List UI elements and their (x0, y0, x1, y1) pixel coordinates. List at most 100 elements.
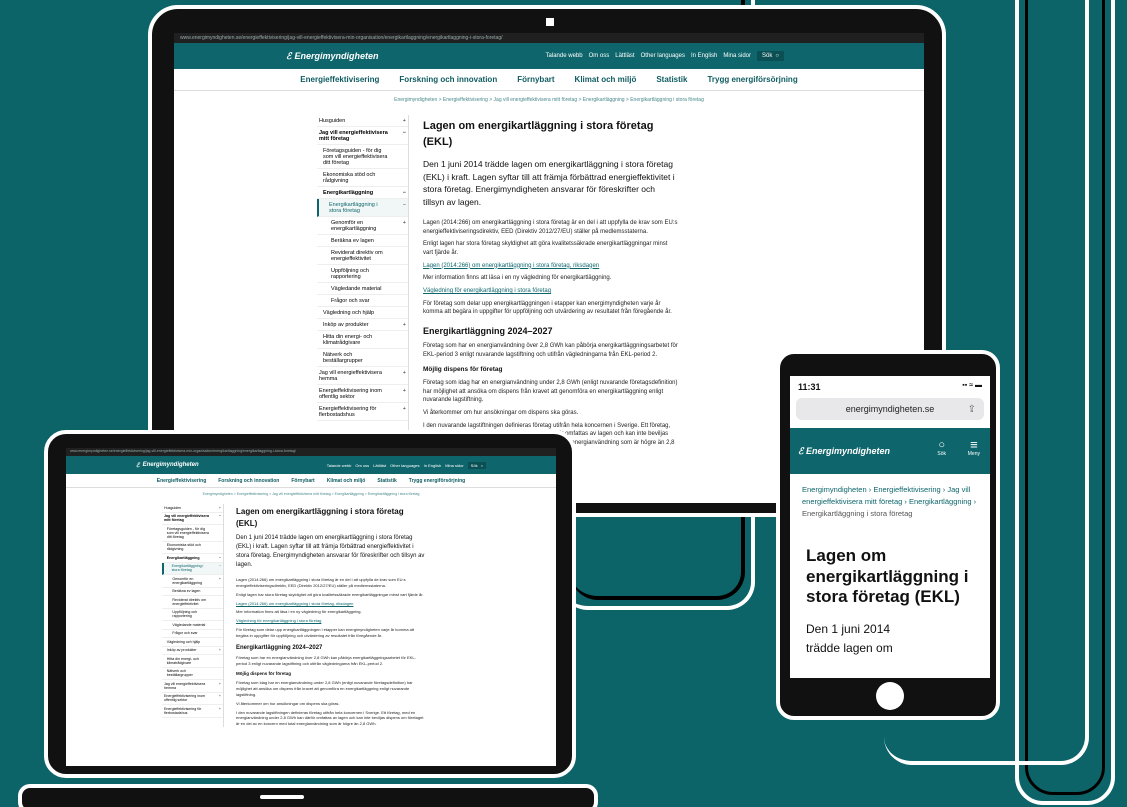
sidebar-item[interactable]: Energieffektivisering inom offentlig sek… (317, 385, 408, 403)
expand-icon[interactable]: + (219, 506, 221, 510)
collapse-icon[interactable]: − (403, 190, 406, 196)
sidebar-item[interactable]: Energieffektivisering för flerbostadshus… (317, 403, 408, 421)
top-link-in-english[interactable]: In English (691, 53, 717, 59)
tablet-nav-trygg[interactable]: Trygg energiförsörjning (409, 478, 465, 484)
browser-url-bar[interactable]: www.energimyndigheten.se/energieffektivi… (174, 33, 924, 43)
expand-icon[interactable]: + (403, 322, 406, 328)
top-link-mina-sidor[interactable]: Mina sidor (723, 53, 751, 59)
tablet-top-link-lattlast[interactable]: Lättläst (373, 463, 386, 468)
tablet-breadcrumb[interactable]: Energimyndigheten > Energieffektiviserin… (66, 488, 556, 504)
phone-crumb-1[interactable]: Energimyndigheten (802, 485, 867, 494)
sidebar-item[interactable]: Energikartläggning − (317, 187, 408, 199)
nav-statistik[interactable]: Statistik (656, 75, 687, 84)
expand-icon[interactable]: + (403, 406, 406, 418)
expand-icon[interactable]: + (403, 220, 406, 232)
tablet-top-link-in-english[interactable]: In English (424, 463, 442, 468)
collapse-icon[interactable]: − (403, 202, 406, 214)
expand-icon[interactable]: + (219, 707, 221, 715)
sidebar-item[interactable]: Jag vill energieffektivisera mitt företa… (162, 513, 223, 525)
tablet-logo[interactable]: ℰ Energimyndigheten (136, 462, 199, 469)
sidebar-item[interactable]: Ekonomiska stöd och rådgivning (162, 542, 223, 554)
article-link-riksdagen[interactable]: Lagen (2014:266) om energikartläggning i… (423, 262, 678, 271)
expand-icon[interactable]: + (219, 682, 221, 690)
tablet-nav-fornybart[interactable]: Förnybart (291, 478, 314, 484)
sidebar-item[interactable]: Energikartläggning − (162, 554, 223, 563)
phone-menu-button[interactable]: ≡ Meny (968, 438, 980, 457)
phone-crumb-2[interactable]: Energieffektivisering (873, 485, 940, 494)
tablet-top-link-talande-webb[interactable]: Talande webb (327, 463, 352, 468)
sidebar-item[interactable]: Energieffektivisering för flerbostadshus… (162, 705, 223, 718)
sidebar-item[interactable]: Frågor och svar (317, 295, 408, 307)
sidebar-item[interactable]: Vägledande material (162, 621, 223, 630)
tablet-article-link-riksdagen[interactable]: Lagen (2014:266) om energikartläggning i… (236, 601, 426, 607)
sidebar-item[interactable]: Energieffektivisering inom offentlig sek… (162, 693, 223, 705)
collapse-icon[interactable]: − (219, 556, 221, 560)
top-link-talande-webb[interactable]: Talande webb (546, 53, 583, 59)
tablet-top-link-other-languages[interactable]: Other languages (390, 463, 420, 468)
nav-fornybart[interactable]: Förnybart (517, 75, 554, 84)
phone-crumb-4[interactable]: Energikartläggning (909, 497, 972, 506)
sidebar-item[interactable]: Uppföljning och rapportering (162, 609, 223, 621)
breadcrumb[interactable]: Energimyndigheten > Energieffektiviserin… (174, 91, 924, 115)
tablet-top-link-mina-sidor[interactable]: Mina sidor (445, 463, 463, 468)
collapse-icon[interactable]: − (219, 564, 221, 572)
sidebar-item[interactable]: Nätverk och beställargrupper (162, 668, 223, 680)
expand-icon[interactable]: + (219, 648, 221, 652)
sidebar-item[interactable]: Vägledning och hjälp (162, 638, 223, 647)
sidebar-item[interactable]: Inköp av produkter + (317, 319, 408, 331)
tablet-top-link-om-oss[interactable]: Om oss (355, 463, 369, 468)
sidebar-item[interactable]: Nätverk och beställargrupper (317, 349, 408, 367)
sidebar-item[interactable]: Jag vill energieffektivisera hemma + (317, 367, 408, 385)
sidebar-item[interactable]: Reviderat direktiv om energieffektivitet (317, 247, 408, 265)
site-logo[interactable]: ℰ Energimyndigheten (286, 51, 378, 62)
expand-icon[interactable]: + (403, 388, 406, 400)
top-link-lattlast[interactable]: Lättläst (615, 53, 634, 59)
tablet-url-bar[interactable]: www.energimyndigheten.se/energieffektivi… (66, 448, 556, 456)
sidebar-item[interactable]: Hitta din energi- och klimatrådgivare (162, 655, 223, 668)
sidebar-item[interactable]: Genomför en energikartläggning + (317, 217, 408, 235)
share-icon[interactable]: ⇪ (968, 404, 976, 415)
sidebar-item[interactable]: Vägledande material (317, 283, 408, 295)
sidebar-item[interactable]: Hitta din energi- och klimatrådgivare (317, 331, 408, 349)
sidebar-item[interactable]: Uppföljning och rapportering (317, 265, 408, 283)
tablet-nav-energieffektivisering[interactable]: Energieffektivisering (157, 478, 206, 484)
phone-logo[interactable]: ℰ Energimyndigheten (798, 446, 890, 457)
tablet-search-button[interactable]: Sök ○ (467, 461, 486, 469)
nav-klimat[interactable]: Klimat och miljö (575, 75, 637, 84)
sidebar-item[interactable]: Inköp av produkter + (162, 647, 223, 655)
phone-address-bar[interactable]: energimyndigheten.se ⇪ (796, 398, 984, 420)
sidebar-item[interactable]: Frågor och svar (162, 630, 223, 638)
tablet-nav-statistik[interactable]: Statistik (377, 478, 396, 484)
sidebar-item[interactable]: Jag vill energieffektivisera hemma + (162, 680, 223, 693)
expand-icon[interactable]: + (219, 577, 221, 585)
article-link-vagledning[interactable]: Vägledning för energikartläggning i stor… (423, 287, 678, 296)
tablet-article-link-vagledning[interactable]: Vägledning för energikartläggning i stor… (236, 618, 426, 624)
phone-home-button[interactable] (876, 682, 904, 710)
sidebar-item[interactable]: Vägledning och hjälp (317, 307, 408, 319)
phone-search-button[interactable]: ○ Sök (937, 440, 946, 458)
sidebar-item[interactable]: Genomför en energikartläggning + (162, 575, 223, 588)
sidebar-item[interactable]: Husguiden + (162, 504, 223, 513)
sidebar-item[interactable]: Företagsguiden - för dig som vill energi… (162, 525, 223, 542)
top-link-other-languages[interactable]: Other languages (641, 53, 685, 59)
sidebar-item[interactable]: Husguiden + (317, 115, 408, 127)
sidebar-item[interactable]: Jag vill energieffektivisera mitt företa… (317, 127, 408, 145)
tablet-nav-klimat[interactable]: Klimat och miljö (327, 478, 366, 484)
sidebar-item[interactable]: Företagsguiden - för dig som vill energi… (317, 145, 408, 169)
expand-icon[interactable]: + (403, 370, 406, 382)
expand-icon[interactable]: + (219, 694, 221, 702)
nav-energieffektivisering[interactable]: Energieffektivisering (300, 75, 379, 84)
sidebar-item[interactable]: Beräkna ev lagen (317, 235, 408, 247)
collapse-icon[interactable]: − (219, 514, 221, 522)
sidebar-item[interactable]: Reviderat direktiv om energieffektivitet (162, 596, 223, 609)
search-button[interactable]: Sök ○ (757, 51, 784, 61)
sidebar-item[interactable]: Ekonomiska stöd och rådgivning (317, 169, 408, 187)
collapse-icon[interactable]: − (403, 130, 406, 142)
top-link-om-oss[interactable]: Om oss (589, 53, 610, 59)
nav-forskning[interactable]: Forskning och innovation (399, 75, 497, 84)
sidebar-item[interactable]: Beräkna ev lagen (162, 588, 223, 596)
sidebar-item[interactable]: Energikartläggning i stora företag − (162, 562, 223, 575)
tablet-nav-forskning[interactable]: Forskning och innovation (218, 478, 279, 484)
nav-trygg[interactable]: Trygg energiförsörjning (707, 75, 797, 84)
expand-icon[interactable]: + (403, 118, 406, 124)
